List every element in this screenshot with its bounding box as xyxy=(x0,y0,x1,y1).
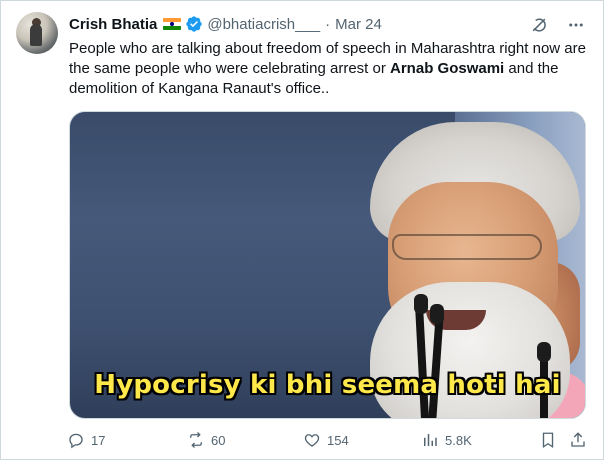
reply-button[interactable]: 17 xyxy=(67,431,105,449)
media-caption: Hypocrisy ki bhi seema hoti hai xyxy=(94,370,561,400)
like-button[interactable]: 154 xyxy=(303,431,349,449)
tweet-media-image[interactable]: Hypocrisy ki bhi seema hoti hai xyxy=(69,111,586,419)
verified-badge-icon xyxy=(186,16,203,32)
views-button[interactable]: 5.8K xyxy=(421,431,472,449)
microphone-icon xyxy=(414,294,428,314)
reply-count: 17 xyxy=(91,432,106,448)
share-button[interactable] xyxy=(569,431,587,449)
tweet-text-bold: Arnab Goswami xyxy=(390,60,505,77)
reply-icon xyxy=(69,433,83,449)
grok-icon[interactable] xyxy=(529,15,549,35)
retweet-icon xyxy=(190,432,202,448)
author-handle[interactable]: @bhatiacrish___ xyxy=(207,16,320,33)
avatar-figure-shape xyxy=(30,24,42,46)
like-icon xyxy=(304,434,320,447)
author-name[interactable]: Crish Bhatia xyxy=(69,16,157,33)
retweet-button[interactable]: 60 xyxy=(187,431,225,449)
views-count: 5.8K xyxy=(445,432,472,448)
share-icon xyxy=(571,432,585,447)
avatar[interactable] xyxy=(16,12,58,54)
media-glasses-shape xyxy=(392,234,542,260)
bookmark-button[interactable] xyxy=(539,431,557,449)
retweet-count: 60 xyxy=(211,432,226,448)
tweet-text: People who are talking about freedom of … xyxy=(69,39,589,99)
bookmark-icon xyxy=(542,432,554,449)
like-count: 154 xyxy=(327,432,349,448)
tweet-actions: 17 60 154 5.8K xyxy=(67,431,593,453)
views-icon xyxy=(424,434,437,446)
tweet-header: Crish Bhatia @bhatiacrish___ · Mar 24 xyxy=(69,13,382,35)
top-right-icons xyxy=(529,15,585,35)
india-flag-icon xyxy=(163,18,182,30)
timestamp[interactable]: Mar 24 xyxy=(335,16,382,33)
tweet-card[interactable]: Crish Bhatia @bhatiacrish___ · Mar 24 Pe… xyxy=(0,0,604,460)
more-icon[interactable] xyxy=(567,16,585,34)
header-separator: · xyxy=(325,15,331,33)
